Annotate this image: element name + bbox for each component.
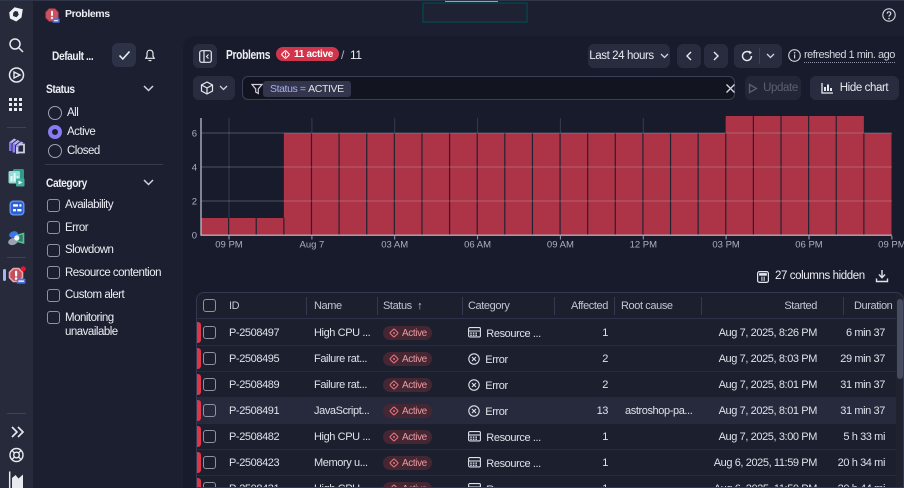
svg-text:03 PM: 03 PM bbox=[712, 240, 740, 251]
svg-text:06 PM: 06 PM bbox=[795, 240, 823, 251]
svg-text:09 AM: 09 AM bbox=[547, 240, 574, 251]
svg-text:6: 6 bbox=[192, 129, 197, 140]
svg-text:0: 0 bbox=[192, 230, 197, 241]
svg-text:09 PM: 09 PM bbox=[215, 240, 243, 251]
svg-text:2: 2 bbox=[192, 197, 197, 208]
svg-text:09 PM: 09 PM bbox=[878, 240, 904, 251]
svg-text:4: 4 bbox=[192, 163, 197, 174]
svg-text:12 PM: 12 PM bbox=[630, 240, 658, 251]
svg-text:03 AM: 03 AM bbox=[381, 240, 408, 251]
svg-text:Aug 7: Aug 7 bbox=[299, 240, 324, 251]
svg-text:06 AM: 06 AM bbox=[464, 240, 491, 251]
